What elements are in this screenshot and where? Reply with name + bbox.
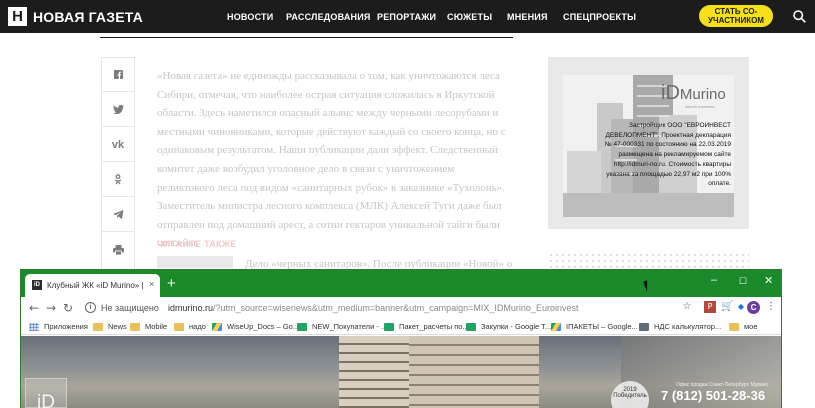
twitter-icon: [112, 105, 124, 114]
print-button[interactable]: [102, 233, 134, 267]
url-text[interactable]: idmurino.ru/?utm_source=wisenews&utm_med…: [168, 303, 578, 313]
ad-brand-logo: iDMurino: [661, 82, 726, 104]
menu-dots-icon[interactable]: ⋮: [765, 301, 777, 313]
bookmark-star-icon[interactable]: ☆: [681, 301, 693, 313]
facebook-icon: [113, 70, 123, 79]
search-icon[interactable]: [793, 10, 806, 23]
site-logo-text[interactable]: НОВАЯ ГАЗЕТА: [33, 9, 143, 25]
bookmark-ipakety[interactable]: IПАКЕТЫ – Google...: [551, 320, 638, 333]
drive-icon: [551, 322, 561, 331]
bookmark-apps[interactable]: Приложения: [29, 320, 88, 333]
bookmark-moe[interactable]: мое: [729, 320, 758, 333]
browser-toolbar: ← → ↻ i Не защищено idmurino.ru/?utm_sou…: [21, 297, 781, 319]
forward-arrow-icon[interactable]: →: [46, 301, 56, 315]
apps-icon: [29, 322, 39, 331]
badge-text: Победитель: [613, 393, 647, 399]
odnoklassniki-share-button[interactable]: [102, 163, 134, 197]
nav-news[interactable]: НОВОСТИ: [227, 12, 273, 22]
folder-icon: [130, 322, 140, 331]
cta-line1: СТАТЬ СО-: [714, 7, 758, 16]
browser-window: iD Клубный ЖК «iD Murino» | iD M × + – ☐…: [20, 269, 782, 408]
folder-icon: [93, 322, 103, 331]
ad-legal-text: Застройщик ООО "ЕВРОИНВЕСТ ДЕВЕЛОПМЕНТ".…: [604, 122, 731, 188]
cart-extension-icon[interactable]: 🛒: [721, 301, 733, 313]
security-label: Не защищено: [101, 303, 159, 313]
odnoklassniki-icon: [114, 174, 122, 185]
bookmark-nds-calc[interactable]: НДС калькулятор...: [639, 320, 721, 333]
bookmark-new-buyers[interactable]: NEW_Покупатели - ...: [297, 320, 387, 333]
tab-favicon-icon: iD: [32, 280, 42, 290]
facebook-share-button[interactable]: [102, 58, 134, 92]
read-also-heading: ЧИТАЙТЕ ТАКЖЕ: [157, 239, 237, 249]
browser-titlebar[interactable]: iD Клубный ЖК «iD Murino» | iD M × + – ☐…: [21, 270, 781, 297]
new-tab-button[interactable]: +: [167, 275, 176, 292]
twitter-share-button[interactable]: [102, 93, 134, 127]
building-main: [409, 336, 539, 408]
sheets-icon: [297, 322, 307, 331]
telegram-share-button[interactable]: [102, 198, 134, 232]
print-icon: [112, 245, 124, 255]
browser-tab[interactable]: iD Клубный ЖК «iD Murino» | iD M ×: [25, 274, 160, 297]
extension-icon[interactable]: ◆: [735, 301, 747, 313]
header-divider: [100, 37, 513, 38]
phone-number[interactable]: 7 (812) 501-28-36: [661, 388, 765, 403]
drive-icon: [212, 322, 222, 331]
ad-banner[interactable]: iDMurino жилой комплекс Застройщик ООО "…: [563, 75, 734, 217]
calc-icon: [639, 322, 649, 331]
dot-pattern: [548, 252, 749, 268]
nav-opinions[interactable]: МНЕНИЯ: [507, 12, 548, 22]
nav-investigations[interactable]: РАССЛЕДОВАНИЯ: [286, 12, 371, 22]
cta-line2: УЧАСТНИКОМ: [708, 16, 764, 25]
reload-icon[interactable]: ↻: [63, 301, 73, 315]
nav-special-projects[interactable]: СПЕЦПРОЕКТЫ: [563, 12, 636, 22]
info-icon[interactable]: i: [85, 302, 96, 313]
bookmark-paket-raschety[interactable]: Пакет_расчеты по...: [384, 320, 469, 333]
share-rail: vk: [101, 57, 135, 270]
bookmark-mobile[interactable]: Mobile: [130, 320, 167, 333]
minimize-button[interactable]: –: [711, 274, 717, 286]
vk-share-button[interactable]: vk: [102, 128, 134, 162]
folder-icon: [729, 322, 739, 331]
page-viewport[interactable]: iD 2019 Победитель Офис продаж Санкт-Пет…: [21, 336, 781, 408]
bookmark-zakupki[interactable]: Закупки - Google T...: [466, 320, 551, 333]
site-logo[interactable]: iD: [37, 392, 55, 408]
telegram-icon: [112, 210, 123, 219]
nav-reports[interactable]: РЕПОРТАЖИ: [377, 12, 436, 22]
tab-title: Клубный ЖК «iD Murino» | iD M: [47, 281, 143, 290]
article-body: «Новая газета» не единожды рассказывала …: [157, 70, 506, 250]
bookmark-news[interactable]: News: [93, 320, 127, 333]
maximize-button[interactable]: ☐: [739, 276, 747, 287]
back-arrow-icon[interactable]: ←: [29, 301, 39, 315]
pdf-extension-icon[interactable]: P: [704, 301, 716, 313]
ad-brand-subtitle: жилой комплекс: [685, 104, 716, 109]
read-also-thumbnail[interactable]: [157, 256, 233, 268]
logo-icon[interactable]: Н: [8, 7, 27, 26]
profile-avatar[interactable]: C: [747, 301, 760, 314]
tab-close-icon[interactable]: ×: [149, 279, 154, 289]
bookmarks-bar: Приложения News Mobile надо WiseUp_Docs …: [21, 319, 781, 335]
folder-icon: [174, 322, 184, 331]
vk-icon: vk: [111, 138, 125, 151]
address-bar[interactable]: i Не защищено idmurino.ru/?utm_source=wi…: [77, 300, 693, 317]
close-window-button[interactable]: ✕: [764, 274, 773, 287]
bookmark-wiseup-docs[interactable]: WiseUp_Docs – Go...: [212, 320, 299, 333]
become-member-button[interactable]: СТАТЬ СО- УЧАСТНИКОМ: [699, 5, 773, 27]
bookmark-nado[interactable]: надо: [174, 320, 206, 333]
sheets-icon: [384, 322, 394, 331]
nav-stories[interactable]: СЮЖЕТЫ: [447, 12, 492, 22]
site-header: Н НОВАЯ ГАЗЕТА НОВОСТИ РАССЛЕДОВАНИЯ РЕП…: [0, 0, 815, 33]
sheets-icon: [466, 322, 476, 331]
building-left: [339, 336, 409, 408]
